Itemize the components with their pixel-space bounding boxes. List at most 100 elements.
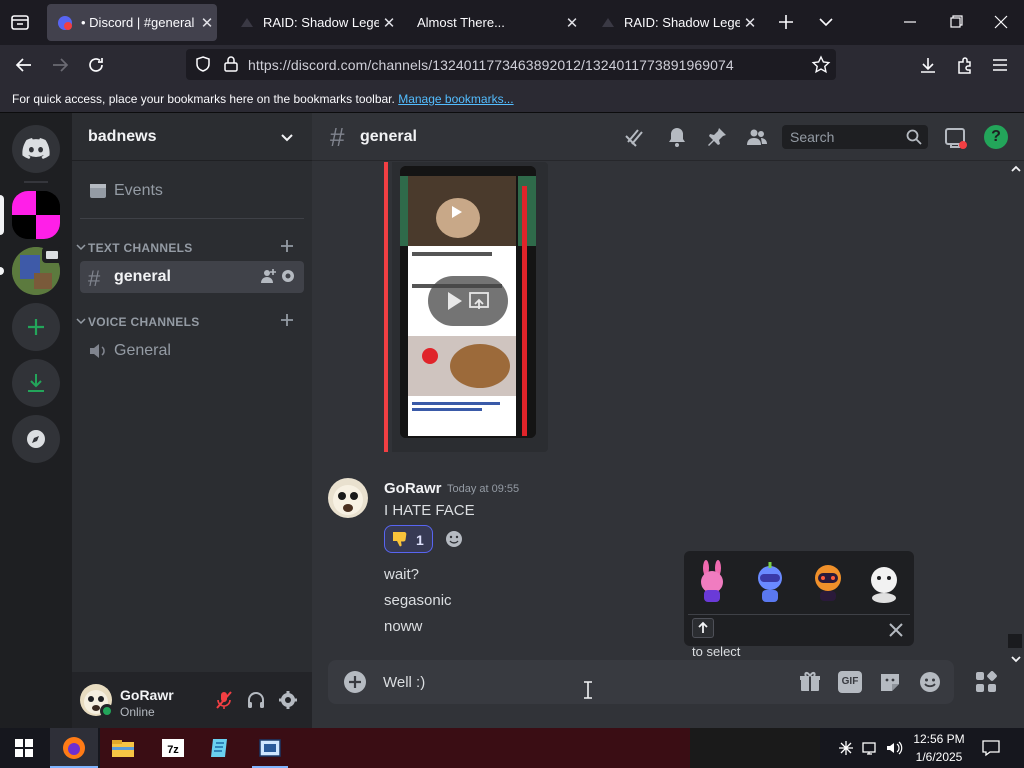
downloads-icon[interactable] (918, 55, 938, 75)
minimize-window-icon[interactable] (900, 12, 920, 32)
apps-icon[interactable] (974, 670, 998, 694)
download-apps-button[interactable] (12, 359, 60, 407)
close-picker-icon[interactable] (886, 620, 906, 640)
back-arrow-icon[interactable] (14, 55, 34, 75)
tracking-shield-icon[interactable] (194, 55, 212, 73)
channel-label[interactable]: general (114, 268, 171, 286)
list-tabs-chevron-icon[interactable] (816, 12, 836, 32)
events-item[interactable]: Events (114, 182, 163, 200)
new-tab-icon[interactable] (776, 12, 796, 32)
system-tray-brightness-icon[interactable] (838, 740, 854, 756)
server-name[interactable]: badnews (88, 128, 156, 146)
tab-overview-icon[interactable] (10, 12, 30, 32)
message-author-avatar[interactable] (328, 478, 368, 518)
close-window-icon[interactable] (991, 12, 1011, 32)
create-channel-plus-icon[interactable] (280, 313, 294, 327)
tab-almost-there[interactable]: Almost There... ✕ (407, 4, 582, 41)
voice-channels-category[interactable]: VOICE CHANNELS (88, 315, 200, 329)
gif-icon[interactable]: GIF (838, 671, 862, 693)
active-server-pill (0, 195, 4, 235)
user-settings-gear-icon[interactable] (278, 690, 298, 710)
scroll-up-chevron-icon[interactable] (1010, 162, 1022, 176)
raid-favicon-icon (239, 15, 255, 31)
add-server-button[interactable] (12, 303, 60, 351)
tab-raid-1[interactable]: RAID: Shadow Legends ✕ (229, 4, 399, 41)
notepad-icon[interactable] (208, 735, 234, 761)
lock-icon[interactable] (222, 55, 240, 73)
emoji-icon[interactable] (918, 670, 942, 694)
compass-icon (27, 430, 45, 448)
speaker-icon (88, 341, 108, 361)
text-channels-category[interactable]: TEXT CHANNELS (88, 241, 193, 255)
gift-icon[interactable] (798, 670, 822, 694)
tab-raid-2[interactable]: RAID: Shadow Legends ✕ (590, 4, 760, 41)
threads-icon[interactable] (624, 126, 646, 148)
extensions-icon[interactable] (955, 55, 975, 75)
url-text[interactable]: https://discord.com/channels/13240117734… (248, 57, 734, 73)
discover-button[interactable] (12, 415, 60, 463)
sticker-bunny[interactable] (694, 560, 730, 604)
bookmark-star-icon[interactable] (811, 55, 831, 75)
create-channel-plus-icon[interactable] (280, 239, 294, 253)
user-status: Online (120, 705, 155, 719)
close-tab-icon[interactable]: ✕ (562, 14, 582, 32)
sticker-wumpus-robot[interactable] (752, 560, 788, 604)
channel-title: general (360, 128, 417, 145)
volume-icon[interactable] (886, 740, 904, 756)
scrollbar-thumb[interactable] (1008, 634, 1022, 648)
reload-icon[interactable] (86, 55, 106, 75)
discord-home-button[interactable] (12, 125, 60, 173)
voice-activity-icon (42, 247, 62, 263)
close-tab-icon[interactable]: ✕ (197, 14, 217, 32)
message-text: I HATE FACE (384, 502, 475, 519)
voice-channel-general[interactable]: General (114, 342, 171, 360)
video-play-button[interactable] (428, 276, 508, 326)
member-list-icon[interactable] (746, 126, 768, 148)
muted-microphone-icon[interactable] (214, 690, 234, 710)
category-chevron-icon[interactable] (76, 242, 86, 252)
headphones-icon[interactable] (246, 690, 266, 710)
notification-bell-icon[interactable] (666, 126, 688, 148)
close-tab-icon[interactable]: ✕ (379, 14, 399, 32)
hashtag-icon: # (330, 122, 345, 152)
reaction-count: 1 (416, 532, 424, 548)
help-icon[interactable]: ? (984, 125, 1008, 149)
server-icon-badnews[interactable] (12, 191, 60, 239)
category-chevron-icon[interactable] (76, 316, 86, 326)
sticker-icon[interactable] (878, 670, 902, 694)
close-tab-icon[interactable]: ✕ (740, 14, 760, 32)
file-explorer-icon[interactable] (110, 735, 136, 761)
clock-date[interactable]: 1/6/2025 (912, 750, 966, 764)
notifications-icon[interactable] (982, 739, 1000, 757)
invite-user-icon[interactable] (260, 268, 276, 284)
calendar-icon (88, 180, 108, 200)
tab-title: • Discord | #general | b (81, 15, 197, 30)
sticker-white-creature[interactable] (866, 560, 902, 604)
channel-settings-gear-icon[interactable] (280, 268, 296, 284)
pin-icon[interactable] (706, 126, 728, 148)
message-input-text[interactable]: Well :) (383, 674, 425, 691)
username[interactable]: GoRawr (120, 687, 174, 703)
clock-time[interactable]: 12:56 PM (912, 732, 966, 746)
embed-accent-bar (384, 162, 388, 452)
tab-discord[interactable]: • Discord | #general | b ✕ (47, 4, 217, 41)
search-placeholder: Search (790, 129, 835, 145)
seven-zip-icon[interactable]: 7z (160, 735, 186, 761)
film-strip-icon (257, 735, 283, 761)
add-reaction-icon[interactable] (444, 529, 464, 549)
inbox-icon[interactable] (944, 126, 968, 150)
forward-arrow-icon[interactable] (50, 55, 70, 75)
menu-hamburger-icon[interactable] (990, 55, 1010, 75)
scroll-down-chevron-icon[interactable] (1010, 652, 1022, 666)
plus-icon (28, 319, 44, 335)
windows-start-icon[interactable] (14, 738, 34, 758)
message-author[interactable]: GoRawr (384, 480, 442, 497)
search-icon[interactable] (906, 129, 922, 145)
restore-window-icon[interactable] (946, 12, 966, 32)
message-text: segasonic (384, 592, 452, 609)
network-icon[interactable] (862, 740, 880, 756)
manage-bookmarks-link[interactable]: Manage bookmarks... (398, 92, 513, 106)
upload-plus-icon[interactable] (344, 671, 366, 693)
sticker-orange-robot[interactable] (810, 560, 846, 604)
chevron-down-icon[interactable] (278, 128, 296, 146)
